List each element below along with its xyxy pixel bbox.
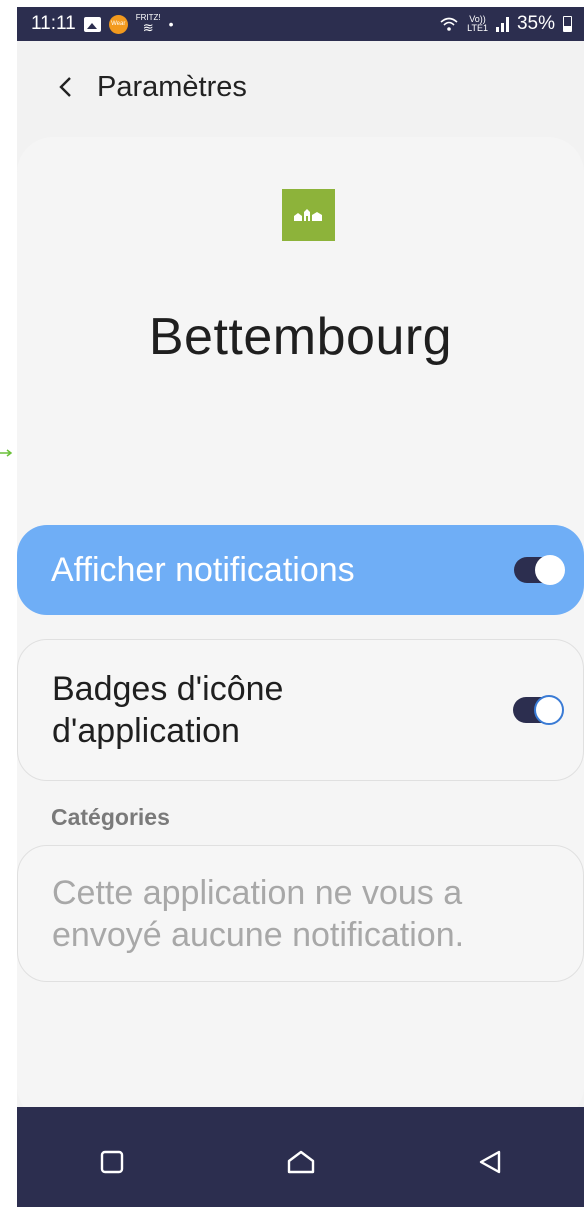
app-notification-card: Bettembourg Afficher notifications Badge… (17, 137, 584, 1122)
chevron-left-icon[interactable] (57, 75, 81, 99)
show-notifications-toggle[interactable] (514, 555, 565, 585)
arrow-hint-icon (0, 449, 13, 457)
app-logo-icon (282, 189, 335, 241)
gallery-icon (83, 16, 101, 32)
status-right: Vo)) LTE1 35% (439, 13, 572, 35)
status-time: 11:11 (31, 13, 76, 34)
home-icon[interactable] (271, 1137, 331, 1187)
app-icon-badges-label: Badges d'icône d'application (52, 670, 284, 750)
battery-percent: 35% (516, 13, 555, 34)
app-icon-badges-toggle[interactable] (513, 695, 564, 725)
categories-heading: Catégories (51, 804, 170, 830)
toggle-knob (535, 555, 565, 585)
show-notifications-row[interactable]: Afficher notifications (17, 525, 584, 615)
volte-icon: Vo)) LTE1 (467, 15, 488, 33)
app-name: Bettembourg (148, 308, 453, 366)
wear-os-icon: Wear (108, 14, 128, 34)
wifi-icon (440, 17, 458, 31)
header: Paramètres (17, 41, 584, 133)
toggle-knob (534, 695, 564, 725)
square-icon[interactable] (82, 1137, 142, 1187)
triangle-back-icon[interactable] (460, 1137, 520, 1187)
page-title[interactable]: Paramètres (97, 71, 247, 104)
signal-icon (495, 16, 509, 32)
battery-icon (563, 16, 572, 32)
volte-bottom: LTE1 (467, 23, 488, 33)
status-dot: • (168, 16, 174, 32)
phone-screen: 11:11 Wear FRITZ! ≋ • Vo)) LTE1 35% Para… (17, 7, 584, 1207)
app-icon-badges-row[interactable]: Badges d'icône d'application (17, 639, 584, 781)
categories-empty-message: Cette application ne vous a envoyé aucun… (52, 874, 465, 954)
fritz-wifi-icon: FRITZ! ≋ (135, 13, 161, 35)
categories-empty-box: Cette application ne vous a envoyé aucun… (17, 845, 584, 982)
status-left: 11:11 Wear FRITZ! ≋ • (31, 13, 174, 35)
show-notifications-label: Afficher notifications (51, 550, 355, 589)
status-bar: 11:11 Wear FRITZ! ≋ • Vo)) LTE1 35% (17, 7, 584, 41)
navigation-bar (17, 1107, 584, 1207)
